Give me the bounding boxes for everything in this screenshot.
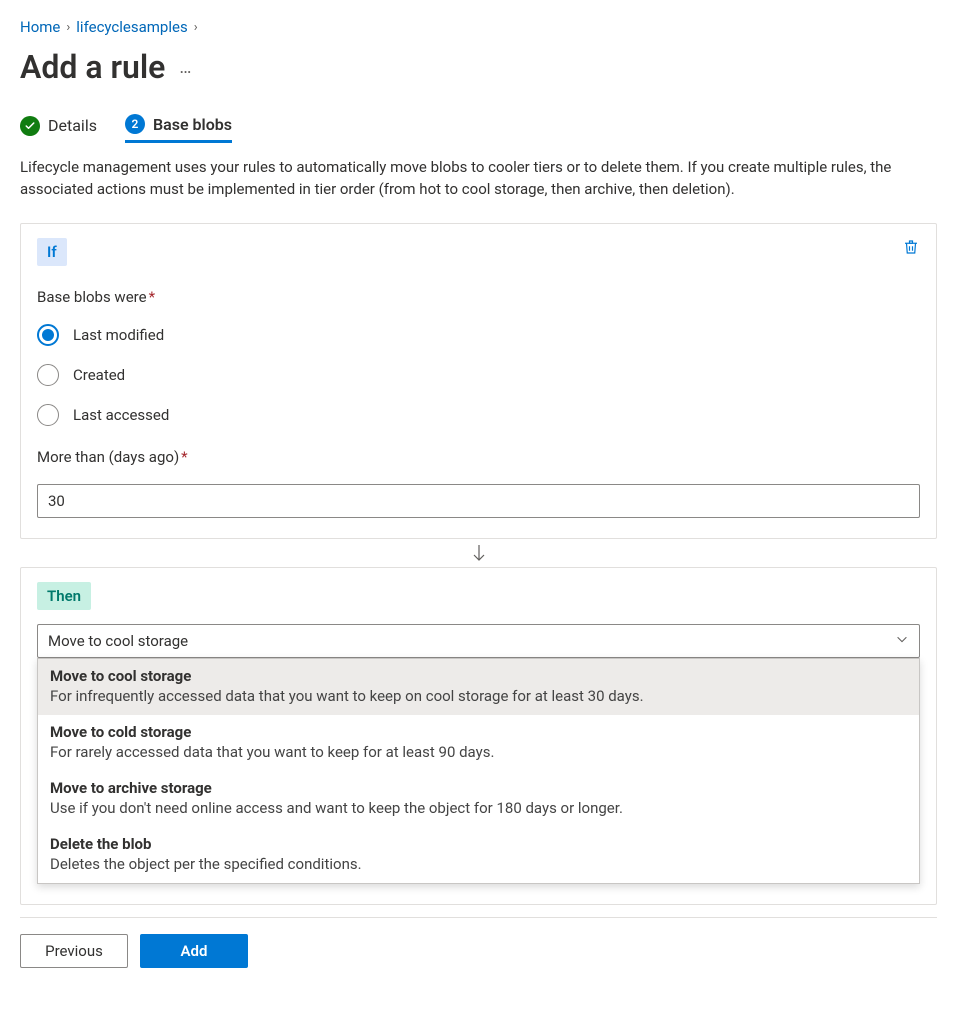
base-blobs-radio-group: Last modified Created Last accessed bbox=[37, 324, 920, 426]
option-move-to-cold[interactable]: Move to cold storage For rarely accessed… bbox=[38, 715, 919, 771]
add-button[interactable]: Add bbox=[140, 934, 248, 968]
more-than-days-label: More than (days ago)* bbox=[37, 448, 920, 466]
chevron-right-icon: › bbox=[66, 20, 70, 35]
option-title: Move to cold storage bbox=[50, 723, 907, 741]
previous-button[interactable]: Previous bbox=[20, 934, 128, 968]
days-ago-input[interactable] bbox=[37, 484, 920, 518]
footer-actions: Previous Add bbox=[20, 917, 937, 968]
option-desc: Deletes the object per the specified con… bbox=[50, 855, 907, 873]
option-move-to-archive[interactable]: Move to archive storage Use if you don't… bbox=[38, 771, 919, 827]
radio-created[interactable]: Created bbox=[37, 364, 920, 386]
wizard-steps: Details 2 Base blobs bbox=[20, 114, 937, 143]
radio-label: Last accessed bbox=[73, 406, 169, 424]
radio-label: Last modified bbox=[73, 326, 164, 344]
delete-icon[interactable] bbox=[902, 238, 920, 260]
step-number-badge: 2 bbox=[125, 114, 145, 134]
check-icon bbox=[20, 116, 40, 136]
step-label: Base blobs bbox=[153, 115, 232, 134]
breadcrumb-lifecyclesamples[interactable]: lifecyclesamples bbox=[76, 18, 187, 36]
select-value: Move to cool storage bbox=[48, 632, 188, 650]
option-desc: For infrequently accessed data that you … bbox=[50, 687, 907, 705]
page-title: Add a rule bbox=[20, 48, 165, 86]
base-blobs-were-label: Base blobs were* bbox=[37, 288, 920, 306]
action-dropdown: Move to cool storage For infrequently ac… bbox=[37, 658, 920, 884]
radio-icon bbox=[37, 324, 59, 346]
option-delete-blob[interactable]: Delete the blob Deletes the object per t… bbox=[38, 827, 919, 883]
option-title: Move to cool storage bbox=[50, 667, 907, 685]
then-pill: Then bbox=[37, 582, 91, 610]
chevron-right-icon: › bbox=[194, 20, 198, 35]
radio-last-accessed[interactable]: Last accessed bbox=[37, 404, 920, 426]
breadcrumb-home[interactable]: Home bbox=[20, 18, 60, 36]
radio-last-modified[interactable]: Last modified bbox=[37, 324, 920, 346]
step-base-blobs[interactable]: 2 Base blobs bbox=[125, 114, 232, 143]
option-move-to-cool[interactable]: Move to cool storage For infrequently ac… bbox=[38, 659, 919, 715]
option-title: Delete the blob bbox=[50, 835, 907, 853]
arrow-down-icon bbox=[20, 539, 937, 567]
option-desc: For rarely accessed data that you want t… bbox=[50, 743, 907, 761]
radio-icon bbox=[37, 364, 59, 386]
radio-icon bbox=[37, 404, 59, 426]
then-panel: Then Move to cool storage Move to cool s… bbox=[20, 567, 937, 905]
option-desc: Use if you don't need online access and … bbox=[50, 799, 907, 817]
if-panel: If Base blobs were* Last modified Create… bbox=[20, 223, 937, 539]
action-select[interactable]: Move to cool storage bbox=[37, 624, 920, 658]
breadcrumb: Home › lifecyclesamples › bbox=[20, 18, 937, 36]
chevron-down-icon bbox=[895, 632, 909, 650]
step-label: Details bbox=[48, 116, 97, 135]
option-title: Move to archive storage bbox=[50, 779, 907, 797]
step-details[interactable]: Details bbox=[20, 116, 97, 142]
radio-label: Created bbox=[73, 366, 125, 384]
if-pill: If bbox=[37, 238, 67, 266]
more-icon[interactable]: … bbox=[179, 57, 192, 78]
intro-text: Lifecycle management uses your rules to … bbox=[20, 157, 937, 201]
